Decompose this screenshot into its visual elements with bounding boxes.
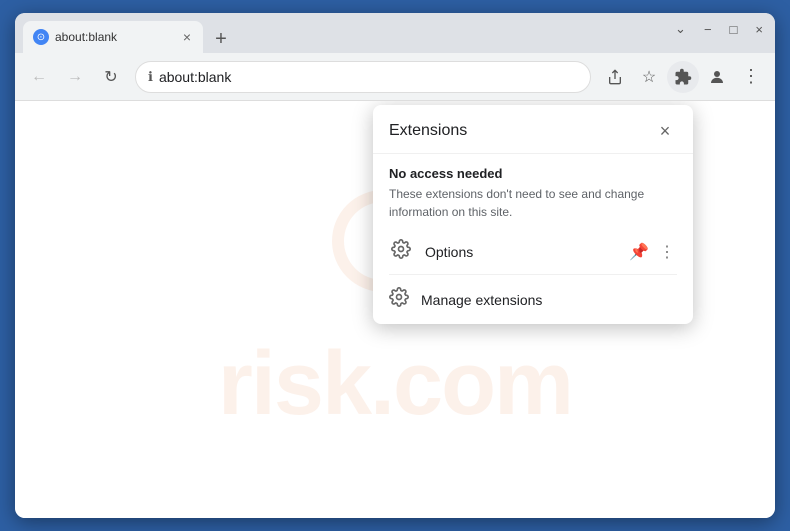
tab-favicon: ⊙ xyxy=(33,29,49,45)
address-bar[interactable]: ℹ about:blank xyxy=(135,61,591,93)
collapse-icon[interactable]: ⌄ xyxy=(671,19,690,39)
maximize-button[interactable]: □ xyxy=(726,20,742,39)
tab-close-button[interactable]: × xyxy=(181,28,193,46)
extensions-icon xyxy=(674,68,692,86)
reload-button[interactable]: ↻ xyxy=(95,61,127,93)
address-text: about:blank xyxy=(159,69,578,85)
title-bar: ⊙ about:blank × + ⌄ − □ × xyxy=(15,13,775,53)
toolbar-right: ☆ ⋮ xyxy=(599,61,767,93)
bookmark-icon: ☆ xyxy=(642,67,656,87)
tab-title: about:blank xyxy=(55,30,175,44)
popup-header: Extensions × xyxy=(373,105,693,154)
options-actions: 📌 ⋮ xyxy=(627,240,677,264)
menu-button[interactable]: ⋮ xyxy=(735,61,767,93)
options-more-icon[interactable]: ⋮ xyxy=(657,240,677,264)
back-icon: ← xyxy=(31,68,47,86)
extensions-popup: Extensions × No access needed These exte… xyxy=(373,105,693,324)
watermark-text: risk.com xyxy=(218,333,572,436)
profile-button[interactable] xyxy=(701,61,733,93)
back-button[interactable]: ← xyxy=(23,61,55,93)
reload-icon: ↻ xyxy=(104,67,117,87)
popup-section: No access needed These extensions don't … xyxy=(373,154,693,229)
tab-strip: ⊙ about:blank × + xyxy=(23,21,767,53)
browser-tab[interactable]: ⊙ about:blank × xyxy=(23,21,203,53)
popup-section-title: No access needed xyxy=(373,154,693,185)
content-area: risk.com Extensions × No access needed T… xyxy=(15,101,775,518)
share-icon xyxy=(607,69,623,85)
window-controls: ⌄ − □ × xyxy=(671,19,767,39)
options-item[interactable]: Options 📌 ⋮ xyxy=(373,229,693,274)
profile-icon xyxy=(708,68,726,86)
extensions-button[interactable] xyxy=(667,61,699,93)
forward-icon: → xyxy=(67,68,83,86)
bookmark-button[interactable]: ☆ xyxy=(633,61,665,93)
close-button[interactable]: × xyxy=(751,20,767,39)
menu-icon: ⋮ xyxy=(742,66,760,87)
new-tab-button[interactable]: + xyxy=(207,25,235,53)
browser-window: ⊙ about:blank × + ⌄ − □ × ← → ↻ ℹ about:… xyxy=(15,13,775,518)
options-gear-icon xyxy=(389,239,413,264)
options-label: Options xyxy=(425,244,615,260)
popup-title: Extensions xyxy=(389,122,467,140)
manage-label: Manage extensions xyxy=(421,292,542,308)
manage-extensions-item[interactable]: Manage extensions xyxy=(373,275,693,324)
minimize-button[interactable]: − xyxy=(700,20,716,39)
manage-gear-icon xyxy=(389,287,409,312)
lock-icon: ℹ xyxy=(148,69,153,85)
popup-section-desc: These extensions don't need to see and c… xyxy=(373,185,693,229)
pin-icon[interactable]: 📌 xyxy=(627,240,651,264)
browser-toolbar: ← → ↻ ℹ about:blank ☆ xyxy=(15,53,775,101)
popup-close-button[interactable]: × xyxy=(653,119,677,143)
forward-button[interactable]: → xyxy=(59,61,91,93)
share-button[interactable] xyxy=(599,61,631,93)
